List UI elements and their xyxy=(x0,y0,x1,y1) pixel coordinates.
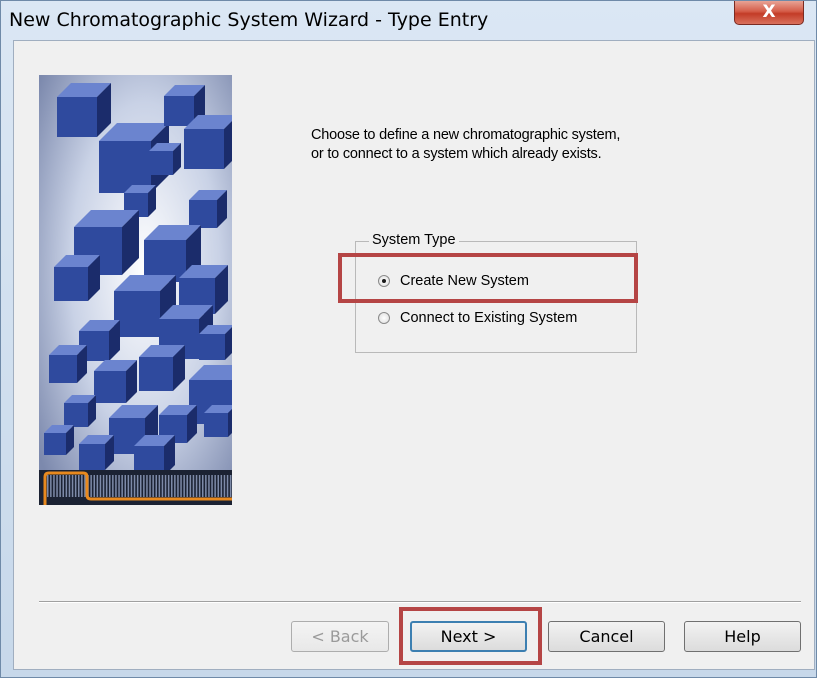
intro-line-1: Choose to define a new chromatographic s… xyxy=(311,127,621,143)
help-button[interactable]: Help xyxy=(684,621,801,652)
highlight-next-button xyxy=(399,607,542,665)
window-title: New Chromatographic System Wizard - Type… xyxy=(9,9,489,31)
intro-text: Choose to define a new chromatographic s… xyxy=(311,126,620,164)
cancel-button[interactable]: Cancel xyxy=(548,621,665,652)
title-bar: New Chromatographic System Wizard - Type… xyxy=(1,1,816,39)
connect-existing-system-option[interactable]: Connect to Existing System xyxy=(378,308,577,328)
connect-existing-system-radio[interactable] xyxy=(378,312,390,324)
connect-existing-system-label: Connect to Existing System xyxy=(400,310,578,326)
button-separator xyxy=(39,601,801,603)
highlight-create-new-system xyxy=(338,253,638,303)
back-button[interactable]: < Back xyxy=(291,621,389,652)
wizard-client-area: Choose to define a new chromatographic s… xyxy=(13,40,815,670)
close-icon: X xyxy=(762,2,776,22)
wizard-window: New Chromatographic System Wizard - Type… xyxy=(0,0,817,678)
system-type-label: System Type xyxy=(369,232,459,248)
blue-cubes-image xyxy=(39,75,232,505)
intro-line-2: or to connect to a system which already … xyxy=(311,146,602,162)
close-button[interactable]: X xyxy=(734,1,804,25)
